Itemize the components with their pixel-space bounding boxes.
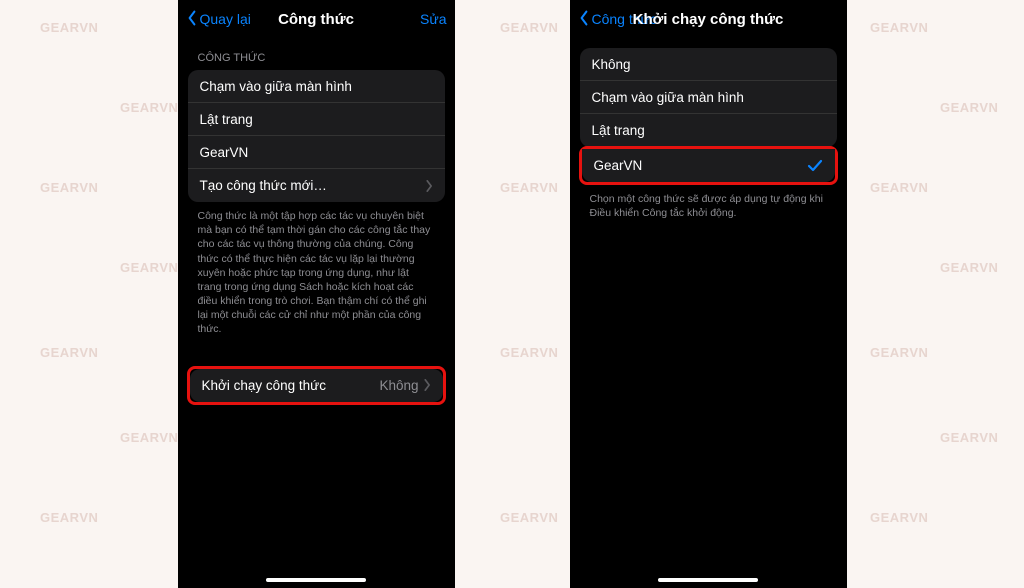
- launch-recipe-value: Không: [379, 378, 418, 393]
- recipe-row[interactable]: Chạm vào giữa màn hình: [188, 70, 445, 103]
- launch-recipe-label: Khởi chạy công thức: [202, 378, 326, 393]
- chevron-right-icon: [425, 180, 433, 192]
- phone-left: Quay lại Công thức Sửa CÔNG THỨC Chạm và…: [178, 0, 455, 588]
- highlighted-row: Khởi chạy công thức Không: [187, 366, 446, 405]
- checkmark-icon: [807, 159, 823, 173]
- option-row-selected[interactable]: GearVN: [582, 149, 835, 182]
- create-recipe-label: Tạo công thức mới…: [200, 178, 327, 193]
- option-row[interactable]: Không: [580, 48, 837, 81]
- option-row[interactable]: Chạm vào giữa màn hình: [580, 81, 837, 114]
- back-button[interactable]: Quay lại: [186, 10, 251, 29]
- option-row[interactable]: Lật trang: [580, 114, 837, 147]
- section-header: CÔNG THỨC: [188, 38, 445, 70]
- back-button[interactable]: Công thức: [578, 10, 657, 29]
- chevron-left-icon: [578, 10, 590, 29]
- home-indicator: [658, 578, 758, 582]
- nav-bar: Công thức Khởi chạy công thức: [570, 0, 847, 38]
- recipe-list: Chạm vào giữa màn hình Lật trang GearVN …: [188, 70, 445, 202]
- recipe-row[interactable]: GearVN: [188, 136, 445, 169]
- back-label: Công thức: [592, 11, 657, 27]
- option-label: GearVN: [594, 158, 643, 173]
- recipe-label: Chạm vào giữa màn hình: [200, 79, 352, 94]
- recipe-description: Công thức là một tập hợp các tác vụ chuy…: [188, 202, 445, 344]
- option-footer: Chọn một công thức sẽ được áp dụng tự độ…: [580, 185, 837, 227]
- recipe-row[interactable]: Lật trang: [188, 103, 445, 136]
- edit-button[interactable]: Sửa: [420, 11, 447, 27]
- option-label: Không: [592, 57, 631, 72]
- option-list: Không Chạm vào giữa màn hình Lật trang: [580, 48, 837, 147]
- highlighted-option: GearVN: [579, 146, 838, 185]
- nav-bar: Quay lại Công thức Sửa: [178, 0, 455, 38]
- recipe-label: GearVN: [200, 145, 249, 160]
- back-label: Quay lại: [200, 11, 251, 27]
- launch-recipe-row[interactable]: Khởi chạy công thức Không: [190, 369, 443, 402]
- chevron-left-icon: [186, 10, 198, 29]
- option-label: Lật trang: [592, 123, 645, 138]
- create-recipe-row[interactable]: Tạo công thức mới…: [188, 169, 445, 202]
- option-label: Chạm vào giữa màn hình: [592, 90, 744, 105]
- chevron-right-icon: [423, 379, 431, 391]
- home-indicator: [266, 578, 366, 582]
- phone-right: Công thức Khởi chạy công thức Không Chạm…: [570, 0, 847, 588]
- recipe-label: Lật trang: [200, 112, 253, 127]
